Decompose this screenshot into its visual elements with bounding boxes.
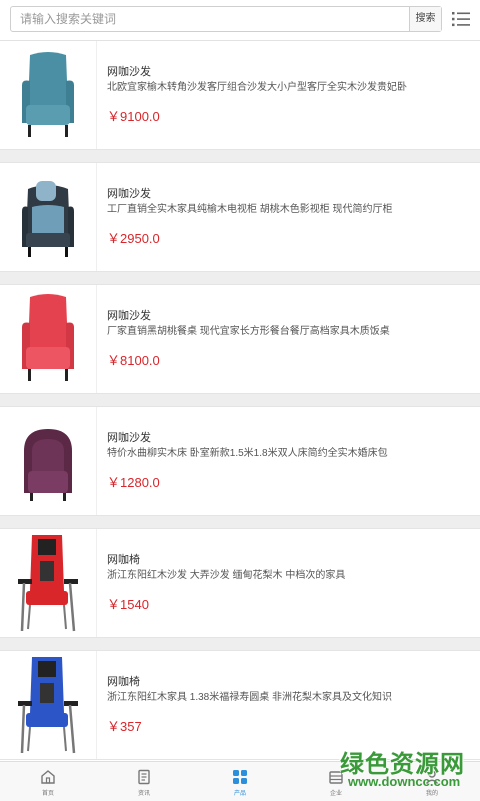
product-description: 北欧宜家榆木转角沙发客厅组合沙发大小户型客厅全实木沙发贵妃卧 [107,82,407,93]
nav-news[interactable]: 资讯 [96,762,192,801]
product-image [0,285,97,393]
product-description: 浙江东阳红木家具 1.38米福禄寿圆桌 非洲花梨木家具及文化知识 [107,692,393,703]
product-price: ￥1540 [107,597,149,612]
separator [0,638,480,651]
product-list: 网咖沙发 北欧宜家榆木转角沙发客厅组合沙发大小户型客厅全实木沙发贵妃卧 ￥910… [0,41,480,760]
purple-armchair-icon [24,429,72,501]
home-icon [41,770,55,784]
top-bar: 搜索 [0,0,480,41]
product-image [0,41,97,149]
nav-home[interactable]: 首页 [0,762,96,801]
red-armchair-icon [22,294,74,381]
product-description: 浙江东阳红木沙发 大弄沙发 缅甸花梨木 中档次的家具 [107,570,346,581]
nav-products[interactable]: 产品 [192,762,288,801]
product-name: 网咖沙发 [107,66,151,78]
separator [0,516,480,529]
blue-gaming-chair-icon [18,657,78,754]
product-description: 工厂直销全实木家具纯榆木电视柜 胡桃木色影视柜 现代简约厅柜 [107,204,393,215]
red-gaming-chair-icon [18,535,78,632]
search-box: 搜索 [10,6,442,32]
product-image [0,407,97,515]
nav-products-label: 产品 [233,791,246,797]
product-item[interactable]: 网咖沙发 厂家直销黑胡桃餐桌 现代宜家长方形餐台餐厅高档家具木质饭桌 ￥8100… [0,285,480,394]
product-price: ￥9100.0 [107,109,160,124]
teal-armchair-icon [22,52,74,137]
separator [0,394,480,407]
separator [0,150,480,163]
search-input[interactable] [11,7,411,31]
search-button[interactable]: 搜索 [409,7,441,31]
product-price: ￥357 [107,719,142,734]
product-image [0,529,97,637]
product-item[interactable]: 网咖沙发 工厂直销全实木家具纯榆木电视柜 胡桃木色影视柜 现代简约厅柜 ￥295… [0,163,480,272]
grid-icon [233,770,247,784]
product-name: 网咖沙发 [107,310,151,322]
product-item[interactable]: 网咖椅 浙江东阳红木沙发 大弄沙发 缅甸花梨木 中档次的家具 ￥1540 [0,529,480,638]
product-name: 网咖椅 [107,554,140,566]
nav-home-label: 首页 [41,791,54,797]
product-name: 网咖椅 [107,676,140,688]
watermark-url: www.downcc.com [348,774,461,789]
product-image [0,651,97,759]
nav-news-label: 资讯 [137,791,150,797]
product-image [0,163,97,271]
product-item[interactable]: 网咖沙发 北欧宜家榆木转角沙发客厅组合沙发大小户型客厅全实木沙发贵妃卧 ￥910… [0,41,480,150]
product-name: 网咖沙发 [107,432,151,444]
dark-armchair-icon [22,181,74,257]
product-item[interactable]: 网咖沙发 特价水曲柳实木床 卧室新款1.5米1.8米双人床简约全实木婚床包 ￥1… [0,407,480,516]
product-price: ￥2950.0 [107,231,160,246]
watermark-logo: 绿色资源网 www.downcc.com [340,744,474,794]
list-menu-icon[interactable] [451,10,471,28]
product-name: 网咖沙发 [107,188,151,200]
product-price: ￥8100.0 [107,353,160,368]
document-icon [138,769,150,785]
product-description: 厂家直销黑胡桃餐桌 现代宜家长方形餐台餐厅高档家具木质饭桌 [107,326,390,337]
product-description: 特价水曲柳实木床 卧室新款1.5米1.8米双人床简约全实木婚床包 [107,448,388,459]
product-price: ￥1280.0 [107,475,160,490]
separator [0,272,480,285]
